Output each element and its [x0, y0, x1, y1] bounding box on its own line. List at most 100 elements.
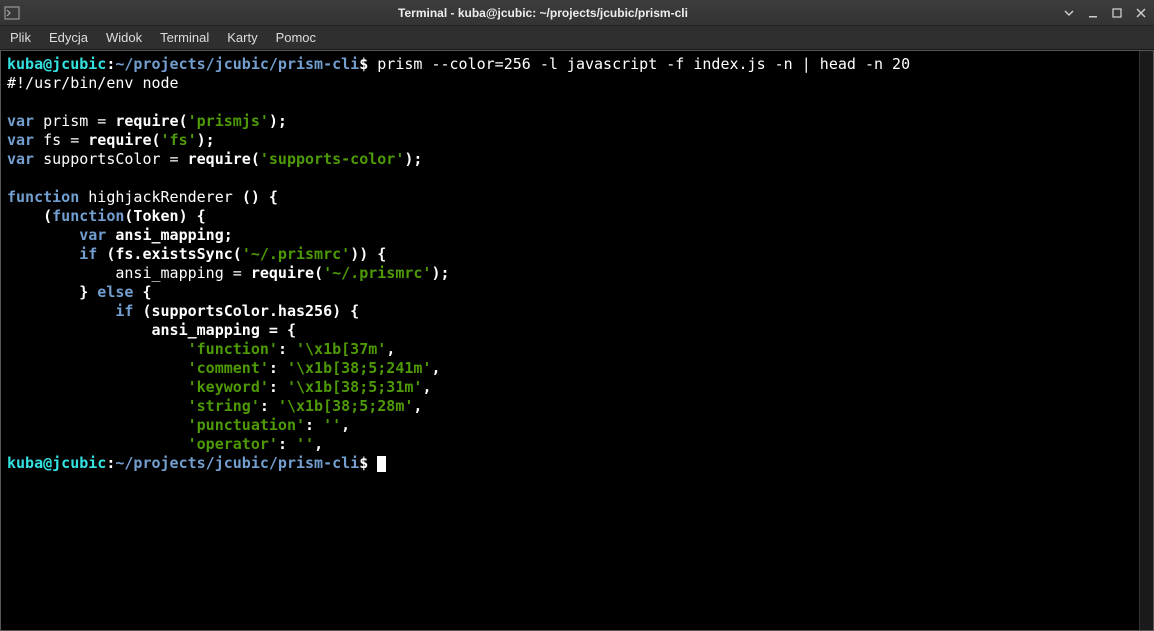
fn-require: require	[88, 131, 151, 149]
prompt-user: kuba@jcubic	[7, 454, 106, 472]
close-icon[interactable]	[1132, 4, 1150, 22]
comma: ,	[422, 378, 431, 396]
code: ansi_mapping = {	[7, 321, 296, 339]
kw-else: else	[88, 283, 142, 301]
punc: (	[251, 150, 260, 168]
window-controls	[1060, 4, 1150, 22]
terminal-viewport: kuba@jcubic:~/projects/jcubic/prism-cli$…	[0, 50, 1154, 631]
punc: (	[233, 245, 242, 263]
punc: );	[404, 150, 422, 168]
punc: );	[197, 131, 215, 149]
sep: :	[269, 378, 287, 396]
code: fs =	[34, 131, 88, 149]
comma: ,	[386, 340, 395, 358]
key: 'keyword'	[188, 378, 269, 396]
punc: (Token) {	[124, 207, 205, 225]
indent	[7, 283, 79, 301]
sep: :	[278, 435, 296, 453]
kw-var: var	[7, 131, 34, 149]
sep: :	[278, 340, 296, 358]
kw-if: if	[115, 302, 133, 320]
menu-terminal[interactable]: Terminal	[160, 30, 209, 45]
comma: ,	[413, 397, 422, 415]
fn-require: require	[251, 264, 314, 282]
terminal-output[interactable]: kuba@jcubic:~/projects/jcubic/prism-cli$…	[1, 51, 1139, 630]
punc: );	[431, 264, 449, 282]
val: ''	[323, 416, 341, 434]
sep: :	[260, 397, 278, 415]
kw-if: if	[79, 245, 97, 263]
menu-plik[interactable]: Plik	[10, 30, 31, 45]
punc: )) {	[350, 245, 386, 263]
key: 'operator'	[188, 435, 278, 453]
method: existsSync	[142, 245, 232, 263]
menu-karty[interactable]: Karty	[227, 30, 257, 45]
punc: (	[7, 207, 52, 225]
indent	[7, 435, 188, 453]
code: (fs.	[97, 245, 142, 263]
scrollbar[interactable]	[1139, 51, 1153, 630]
key: 'string'	[188, 397, 260, 415]
cursor-block	[377, 456, 386, 472]
prompt-path: ~/projects/jcubic/prism-cli	[115, 454, 359, 472]
prompt-symbol: $	[359, 454, 368, 472]
indent	[7, 302, 115, 320]
key: 'comment'	[188, 359, 269, 377]
kw-var: var	[79, 226, 106, 244]
punc: () {	[242, 188, 278, 206]
kw-var: var	[7, 150, 34, 168]
code: ansi_mapping =	[7, 264, 251, 282]
minimize-icon[interactable]	[1084, 4, 1102, 22]
command-text	[368, 55, 377, 73]
indent	[7, 245, 79, 263]
maximize-icon[interactable]	[1108, 4, 1126, 22]
indent	[7, 226, 79, 244]
code: highjackRenderer	[79, 188, 242, 206]
val: '\x1b[37m'	[296, 340, 386, 358]
indent	[7, 340, 188, 358]
menu-edycja[interactable]: Edycja	[49, 30, 88, 45]
prompt-user: kuba@jcubic	[7, 55, 106, 73]
terminal-app-icon	[4, 5, 20, 21]
punc: );	[269, 112, 287, 130]
str: '~/.prismrc'	[242, 245, 350, 263]
sep: :	[269, 359, 287, 377]
menu-pomoc[interactable]: Pomoc	[276, 30, 316, 45]
kw-function: function	[52, 207, 124, 225]
kw-function: function	[7, 188, 79, 206]
code: supportsColor =	[34, 150, 188, 168]
punc: }	[79, 283, 88, 301]
fn-require: require	[115, 112, 178, 130]
key: 'punctuation'	[188, 416, 305, 434]
val: '\x1b[38;5;28m'	[278, 397, 413, 415]
menubar: Plik Edycja Widok Terminal Karty Pomoc	[0, 26, 1154, 50]
indent	[7, 397, 188, 415]
str: '~/.prismrc'	[323, 264, 431, 282]
str: 'prismjs'	[188, 112, 269, 130]
str: 'fs'	[161, 131, 197, 149]
key: 'function'	[188, 340, 278, 358]
shebang: #!/usr/bin/env node	[7, 74, 179, 92]
punc: (	[314, 264, 323, 282]
menu-widok[interactable]: Widok	[106, 30, 142, 45]
code: ansi_mapping;	[106, 226, 232, 244]
indent	[7, 416, 188, 434]
window-titlebar: Terminal - kuba@jcubic: ~/projects/jcubi…	[0, 0, 1154, 26]
indent	[7, 378, 188, 396]
dropdown-icon[interactable]	[1060, 4, 1078, 22]
punc: {	[142, 283, 151, 301]
val: ''	[296, 435, 314, 453]
indent	[7, 359, 188, 377]
punc: (	[152, 131, 161, 149]
str: 'supports-color'	[260, 150, 405, 168]
fn-require: require	[188, 150, 251, 168]
comma: ,	[341, 416, 350, 434]
comma: ,	[431, 359, 440, 377]
comma: ,	[314, 435, 323, 453]
prompt-symbol: $	[359, 55, 368, 73]
window-title: Terminal - kuba@jcubic: ~/projects/jcubi…	[26, 6, 1060, 20]
val: '\x1b[38;5;31m'	[287, 378, 422, 396]
prompt-path: ~/projects/jcubic/prism-cli	[115, 55, 359, 73]
code: (supportsColor.has256) {	[133, 302, 359, 320]
kw-var: var	[7, 112, 34, 130]
